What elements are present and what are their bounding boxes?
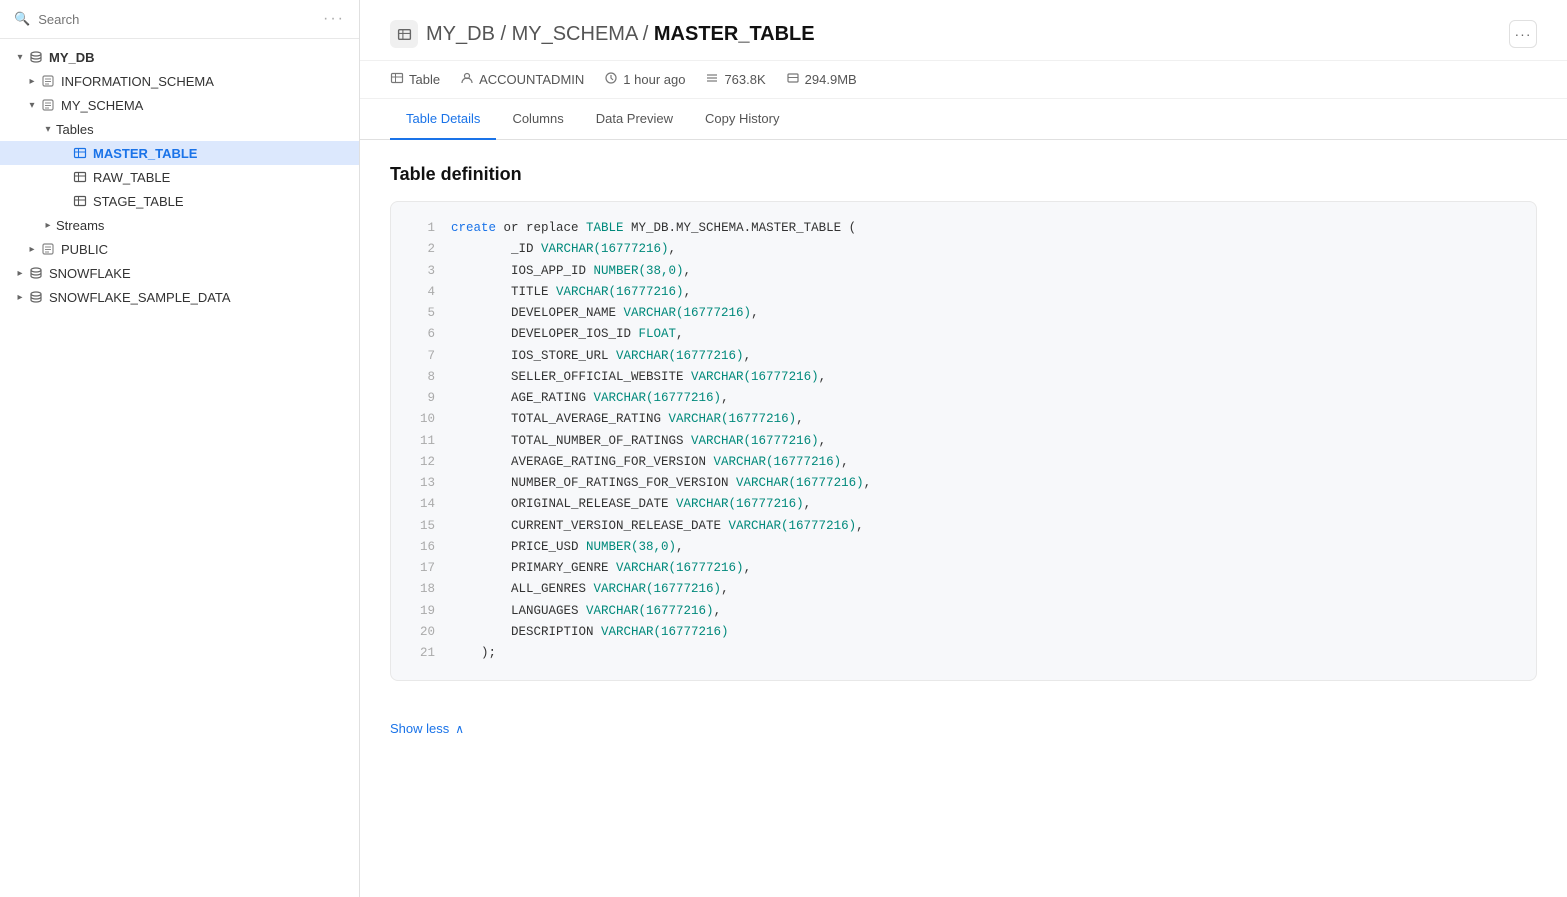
content-area: Table definition 1create or replace TABL… [360,140,1567,705]
tabs-bar: Table Details Columns Data Preview Copy … [360,99,1567,140]
meta-owner: ACCOUNTADMIN [460,71,584,88]
code-line: 9 AGE_RATING VARCHAR(16777216), [411,388,1516,409]
table-label-raw: RAW_TABLE [93,170,170,185]
database-label-snowflake-sample: SNOWFLAKE_SAMPLE_DATA [49,290,231,305]
db-icon-snowflake-sample [28,289,44,305]
database-label-mydb: MY_DB [49,50,95,65]
sidebar: 🔍 ··· MY_DB INFORMATION_SCHEMA M [0,0,360,897]
owner-icon [460,71,474,88]
meta-modified: 1 hour ago [604,71,685,88]
breadcrumb-db: MY_DB / MY_SCHEMA / MASTER_TABLE [426,23,815,46]
main-header: MY_DB / MY_SCHEMA / MASTER_TABLE ··· [360,0,1567,61]
chevron-up-icon: ∧ [455,722,464,736]
code-line: 6 DEVELOPER_IOS_ID FLOAT, [411,324,1516,345]
code-line: 8 SELLER_OFFICIAL_WEBSITE VARCHAR(167772… [411,367,1516,388]
code-block: 1create or replace TABLE MY_DB.MY_SCHEMA… [390,201,1537,681]
show-less-bar[interactable]: Show less ∧ [360,705,1567,752]
schema-item-myschema[interactable]: MY_SCHEMA [0,93,359,117]
group-label-streams: Streams [56,218,104,233]
tab-data-preview[interactable]: Data Preview [580,99,689,140]
meta-size: 294.9MB [786,71,857,88]
breadcrumb: MY_DB / MY_SCHEMA / MASTER_TABLE [390,20,815,48]
table-icon-master [72,145,88,161]
table-item-raw[interactable]: RAW_TABLE [0,165,359,189]
code-line: 3 IOS_APP_ID NUMBER(38,0), [411,261,1516,282]
chevron-mydb [12,49,28,65]
clock-icon [604,71,618,88]
database-item-snowflake-sample[interactable]: SNOWFLAKE_SAMPLE_DATA [0,285,359,309]
chevron-myschema [24,97,40,113]
group-label-tables: Tables [56,122,94,137]
main-content: MY_DB / MY_SCHEMA / MASTER_TABLE ··· Tab… [360,0,1567,897]
database-item-mydb[interactable]: MY_DB [0,45,359,69]
schema-label-public: PUBLIC [61,242,108,257]
chevron-streams [40,217,56,233]
group-item-streams[interactable]: Streams [0,213,359,237]
code-line: 13 NUMBER_OF_RATINGS_FOR_VERSION VARCHAR… [411,473,1516,494]
code-line: 19 LANGUAGES VARCHAR(16777216), [411,601,1516,622]
schema-label-myschema: MY_SCHEMA [61,98,143,113]
chevron-tables [40,121,56,137]
section-title: Table definition [390,164,1537,185]
code-line: 14 ORIGINAL_RELEASE_DATE VARCHAR(1677721… [411,494,1516,515]
schema-icon-information [40,73,56,89]
chevron-information-schema [24,73,40,89]
code-line: 12 AVERAGE_RATING_FOR_VERSION VARCHAR(16… [411,452,1516,473]
table-item-master[interactable]: MASTER_TABLE [0,141,359,165]
tab-table-details[interactable]: Table Details [390,99,496,140]
tab-copy-history[interactable]: Copy History [689,99,795,140]
schema-icon-public [40,241,56,257]
search-bar: 🔍 ··· [0,0,359,39]
code-line: 18 ALL_GENRES VARCHAR(16777216), [411,579,1516,600]
storage-icon [786,71,800,88]
code-line: 16 PRICE_USD NUMBER(38,0), [411,537,1516,558]
chevron-public [24,241,40,257]
search-icon: 🔍 [14,11,30,27]
database-tree: MY_DB INFORMATION_SCHEMA MY_SCHEMA Table… [0,39,359,315]
tab-columns[interactable]: Columns [496,99,579,140]
table-type-icon [390,71,404,88]
code-line: 17 PRIMARY_GENRE VARCHAR(16777216), [411,558,1516,579]
schema-icon-myschema [40,97,56,113]
database-label-snowflake: SNOWFLAKE [49,266,131,281]
chevron-snowflake-sample [12,289,28,305]
rows-icon [705,71,719,88]
meta-type: Table [390,71,440,88]
more-options-icon[interactable]: ··· [323,10,345,28]
table-label-stage: STAGE_TABLE [93,194,184,209]
db-icon-mydb [28,49,44,65]
schema-item-information[interactable]: INFORMATION_SCHEMA [0,69,359,93]
code-line: 11 TOTAL_NUMBER_OF_RATINGS VARCHAR(16777… [411,431,1516,452]
code-line: 2 _ID VARCHAR(16777216), [411,239,1516,260]
db-icon-snowflake [28,265,44,281]
code-line: 10 TOTAL_AVERAGE_RATING VARCHAR(16777216… [411,409,1516,430]
database-item-snowflake[interactable]: SNOWFLAKE [0,261,359,285]
breadcrumb-table-icon [390,20,418,48]
code-line: 15 CURRENT_VERSION_RELEASE_DATE VARCHAR(… [411,516,1516,537]
show-less-label: Show less [390,721,449,736]
header-more-button[interactable]: ··· [1509,20,1537,48]
search-input[interactable] [38,12,315,27]
code-line: 21 ); [411,643,1516,664]
group-item-tables[interactable]: Tables [0,117,359,141]
code-line: 20 DESCRIPTION VARCHAR(16777216) [411,622,1516,643]
table-icon-stage [72,193,88,209]
table-label-master: MASTER_TABLE [93,146,197,161]
meta-bar: Table ACCOUNTADMIN 1 hour ago 763.8K 294… [360,61,1567,99]
code-line: 5 DEVELOPER_NAME VARCHAR(16777216), [411,303,1516,324]
meta-rows: 763.8K [705,71,765,88]
code-line: 4 TITLE VARCHAR(16777216), [411,282,1516,303]
chevron-snowflake [12,265,28,281]
table-icon-raw [72,169,88,185]
table-item-stage[interactable]: STAGE_TABLE [0,189,359,213]
schema-label-information: INFORMATION_SCHEMA [61,74,214,89]
code-line: 7 IOS_STORE_URL VARCHAR(16777216), [411,346,1516,367]
code-line: 1create or replace TABLE MY_DB.MY_SCHEMA… [411,218,1516,239]
schema-item-public[interactable]: PUBLIC [0,237,359,261]
